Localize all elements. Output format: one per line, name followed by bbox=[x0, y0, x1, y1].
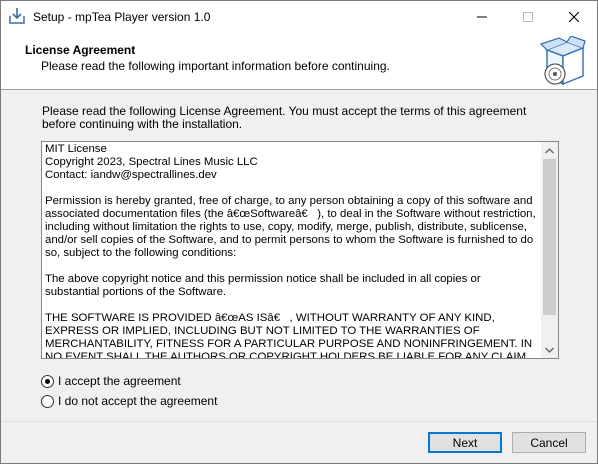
accept-agreement-radio[interactable]: I accept the agreement bbox=[41, 374, 181, 388]
page-subtitle: Please read the following important info… bbox=[41, 59, 390, 73]
installer-icon bbox=[8, 7, 26, 25]
close-button[interactable] bbox=[551, 1, 597, 32]
scroll-thumb[interactable] bbox=[543, 159, 556, 315]
setup-box-icon bbox=[539, 35, 589, 88]
window-title: Setup - mpTea Player version 1.0 bbox=[33, 10, 211, 24]
license-text: MIT License Copyright 2023, Spectral Lin… bbox=[45, 143, 536, 359]
wizard-footer bbox=[1, 422, 597, 463]
wizard-header: License Agreement Please read the follow… bbox=[1, 32, 597, 89]
scroll-down-arrow-icon[interactable] bbox=[541, 341, 558, 358]
minimize-button[interactable] bbox=[459, 1, 505, 32]
setup-window: Setup - mpTea Player version 1.0 License… bbox=[0, 0, 598, 464]
decline-agreement-label: I do not accept the agreement bbox=[58, 394, 218, 408]
page-title: License Agreement bbox=[25, 43, 136, 57]
maximize-button[interactable] bbox=[505, 1, 551, 32]
license-instructions: Please read the following License Agreem… bbox=[42, 104, 527, 131]
decline-agreement-radio[interactable]: I do not accept the agreement bbox=[41, 394, 217, 408]
license-textbox[interactable]: MIT License Copyright 2023, Spectral Lin… bbox=[41, 141, 559, 359]
license-scrollbar[interactable] bbox=[541, 142, 558, 358]
radio-unselected-icon[interactable] bbox=[41, 394, 54, 408]
title-bar[interactable]: Setup - mpTea Player version 1.0 bbox=[1, 1, 597, 32]
cancel-button[interactable]: Cancel bbox=[512, 432, 586, 453]
radio-selected-icon[interactable] bbox=[41, 374, 54, 388]
accept-agreement-label: I accept the agreement bbox=[58, 374, 181, 388]
scroll-up-arrow-icon[interactable] bbox=[541, 142, 558, 159]
next-button[interactable]: Next bbox=[428, 432, 502, 453]
